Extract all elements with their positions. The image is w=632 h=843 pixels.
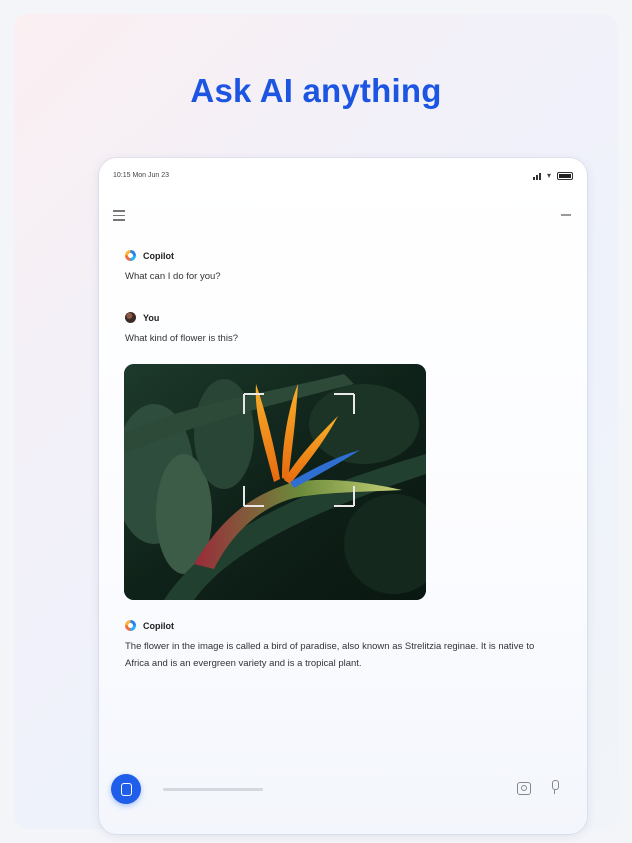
- microphone-icon[interactable]: [551, 780, 559, 794]
- message-text: The flower in the image is called a bird…: [125, 641, 535, 669]
- copilot-logo-icon: [125, 620, 136, 631]
- hamburger-icon[interactable]: [113, 210, 125, 221]
- message-copilot-answer: Copilot The flower in the image is calle…: [125, 620, 557, 672]
- signal-icon: [532, 172, 541, 180]
- message-sender: You: [125, 312, 557, 323]
- sender-name: You: [143, 312, 160, 323]
- copilot-logo-icon: [125, 250, 136, 261]
- message-sender: Copilot: [125, 250, 557, 261]
- message-sender: Copilot: [125, 620, 557, 631]
- headline: Ask AI anything: [190, 72, 442, 109]
- camera-icon[interactable]: [517, 782, 531, 795]
- user-avatar-icon: [125, 312, 136, 323]
- status-icons: ▾: [532, 171, 573, 180]
- tablet-screen: 10:15 Mon Jun 23 ▾ Copilot What can I do…: [99, 158, 587, 834]
- minus-icon[interactable]: [561, 214, 571, 216]
- status-time: 10:15 Mon Jun 23: [113, 172, 170, 179]
- new-chat-button[interactable]: [111, 774, 141, 804]
- sender-name: Copilot: [143, 250, 174, 261]
- message-user-question: You What kind of flower is this?: [125, 312, 557, 347]
- message-text: What can I do for you?: [125, 271, 221, 282]
- message-input[interactable]: [157, 780, 471, 802]
- message-copilot-greeting: Copilot What can I do for you?: [125, 250, 557, 285]
- battery-icon: [557, 171, 573, 180]
- promo-panel: Ask AI anything 10:15 Mon Jun 23 ▾ Copil…: [14, 14, 618, 834]
- composer: [111, 772, 575, 808]
- flower-photo[interactable]: [124, 364, 426, 600]
- message-text: What kind of flower is this?: [125, 333, 238, 344]
- sender-name: Copilot: [143, 620, 174, 631]
- status-bar: 10:15 Mon Jun 23 ▾: [113, 170, 573, 184]
- wifi-icon: ▾: [546, 171, 551, 180]
